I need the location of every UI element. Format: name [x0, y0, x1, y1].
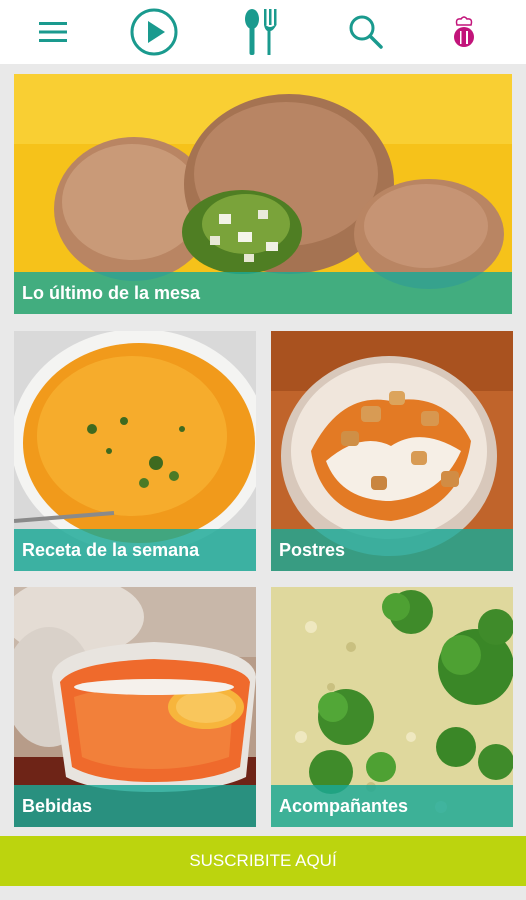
menu-icon[interactable] — [30, 0, 76, 64]
card-sides[interactable]: Acompañantes — [271, 587, 513, 827]
card-weekly-recipe-label: Receta de la semana — [14, 529, 256, 571]
chef-profile-icon[interactable] — [444, 0, 484, 64]
play-icon[interactable] — [128, 0, 180, 64]
card-weekly-recipe[interactable]: Receta de la semana — [14, 331, 256, 571]
card-drinks[interactable]: Bebidas — [14, 587, 256, 827]
subscribe-button[interactable]: SUSCRIBITE AQUÍ — [0, 836, 526, 886]
top-bar — [0, 0, 526, 64]
cutlery-icon[interactable] — [236, 0, 286, 64]
card-drinks-label: Bebidas — [14, 785, 256, 827]
card-desserts-label: Postres — [271, 529, 513, 571]
card-sides-label: Acompañantes — [271, 785, 513, 827]
search-icon[interactable] — [344, 0, 388, 64]
card-latest[interactable]: Lo último de la mesa — [14, 74, 512, 314]
card-desserts[interactable]: Postres — [271, 331, 513, 571]
card-latest-label: Lo último de la mesa — [14, 272, 512, 314]
